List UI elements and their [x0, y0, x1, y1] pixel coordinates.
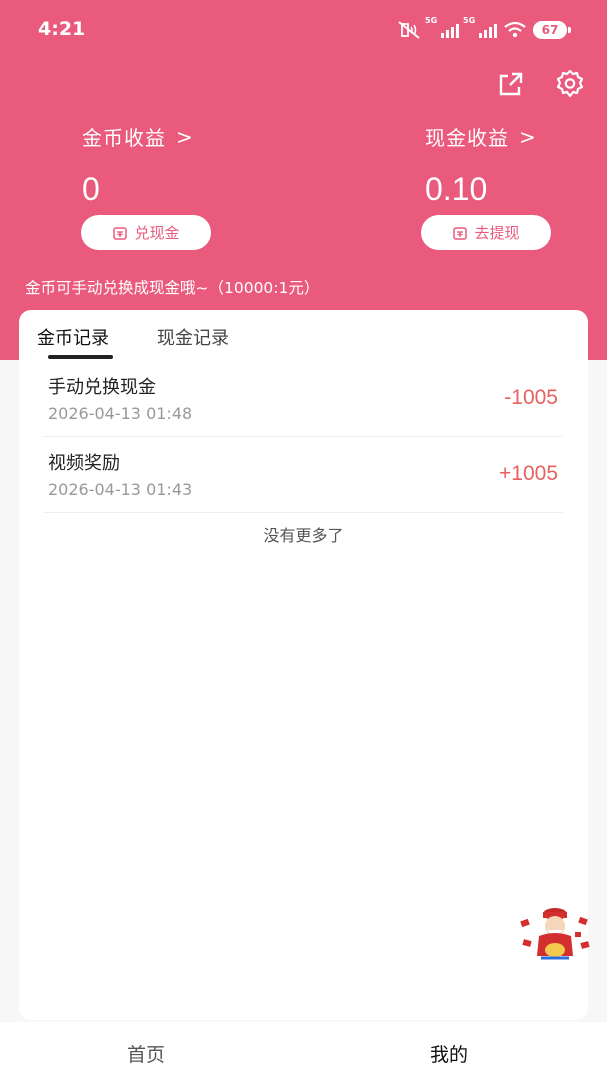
- cash-earnings-link[interactable]: 现金收益 >: [425, 122, 537, 151]
- tab-cash-records[interactable]: 现金记录: [157, 324, 229, 350]
- list-item: 手动兑换现金 2026-04-13 01:48 -1005: [44, 361, 563, 437]
- status-bar: 4:21 5G 5G 67: [0, 0, 607, 60]
- god-of-wealth-mascot-icon[interactable]: [519, 906, 591, 962]
- no-more-text: 没有更多了: [263, 526, 344, 545]
- signal-icon-2: 5G: [463, 16, 497, 38]
- tab-coin-records[interactable]: 金币记录: [37, 324, 109, 350]
- wallet-icon: [113, 226, 128, 240]
- coin-earnings[interactable]: 金币收益 > 0: [82, 122, 194, 208]
- withdraw-button[interactable]: 去提现: [421, 215, 551, 250]
- list-item: 视频奖励 2026-04-13 01:43 +1005: [44, 437, 563, 513]
- nav-mine[interactable]: 我的: [430, 1040, 468, 1067]
- cash-earnings-value: 0.10: [425, 171, 488, 207]
- coin-earnings-label: 金币收益: [82, 126, 166, 150]
- chevron-right-icon: >: [176, 124, 194, 149]
- record-amount: -1005: [504, 386, 558, 409]
- wallet-icon: [453, 226, 468, 240]
- chevron-right-icon: >: [519, 124, 537, 149]
- gear-icon[interactable]: [555, 69, 585, 99]
- bottom-nav: 首页 我的: [0, 1022, 607, 1080]
- status-time: 4:21: [38, 18, 86, 40]
- coin-earnings-link[interactable]: 金币收益 >: [82, 122, 194, 151]
- records-card: 金币记录 现金记录 手动兑换现金 2026-04-13 01:48 -1005 …: [19, 310, 588, 1020]
- network-type-2: 5G: [463, 16, 476, 25]
- exchange-cash-button[interactable]: 兑现金: [81, 215, 211, 250]
- cash-earnings-label: 现金收益: [425, 126, 509, 150]
- record-title: 手动兑换现金: [48, 377, 156, 398]
- share-icon[interactable]: [497, 70, 525, 98]
- mute-vibrate-icon: [398, 21, 420, 39]
- cash-earnings[interactable]: 现金收益 > 0.10: [425, 122, 537, 208]
- exchange-cash-label: 兑现金: [134, 224, 180, 242]
- nav-home[interactable]: 首页: [127, 1040, 165, 1067]
- record-time: 2026-04-13 01:43: [48, 480, 193, 499]
- wifi-icon: [504, 21, 526, 38]
- withdraw-label: 去提现: [474, 224, 520, 242]
- status-icons: 5G 5G 67: [397, 16, 571, 42]
- tab-active-indicator: [48, 355, 113, 359]
- record-time: 2026-04-13 01:48: [48, 404, 193, 423]
- record-amount: +1005: [499, 462, 558, 485]
- record-title: 视频奖励: [48, 453, 120, 474]
- coin-earnings-value: 0: [82, 171, 100, 207]
- battery-icon: 67: [533, 21, 571, 39]
- network-type-1: 5G: [425, 16, 438, 25]
- exchange-hint: 金币可手动兑换成现金哦~（10000:1元）: [25, 279, 320, 297]
- records-tabs: 金币记录 现金记录: [19, 310, 588, 360]
- signal-icon: 5G: [425, 16, 459, 38]
- header-panel: 4:21 5G 5G 67 金币收益 > 0 现金收益 > 0.10 兑现金 去…: [0, 0, 607, 360]
